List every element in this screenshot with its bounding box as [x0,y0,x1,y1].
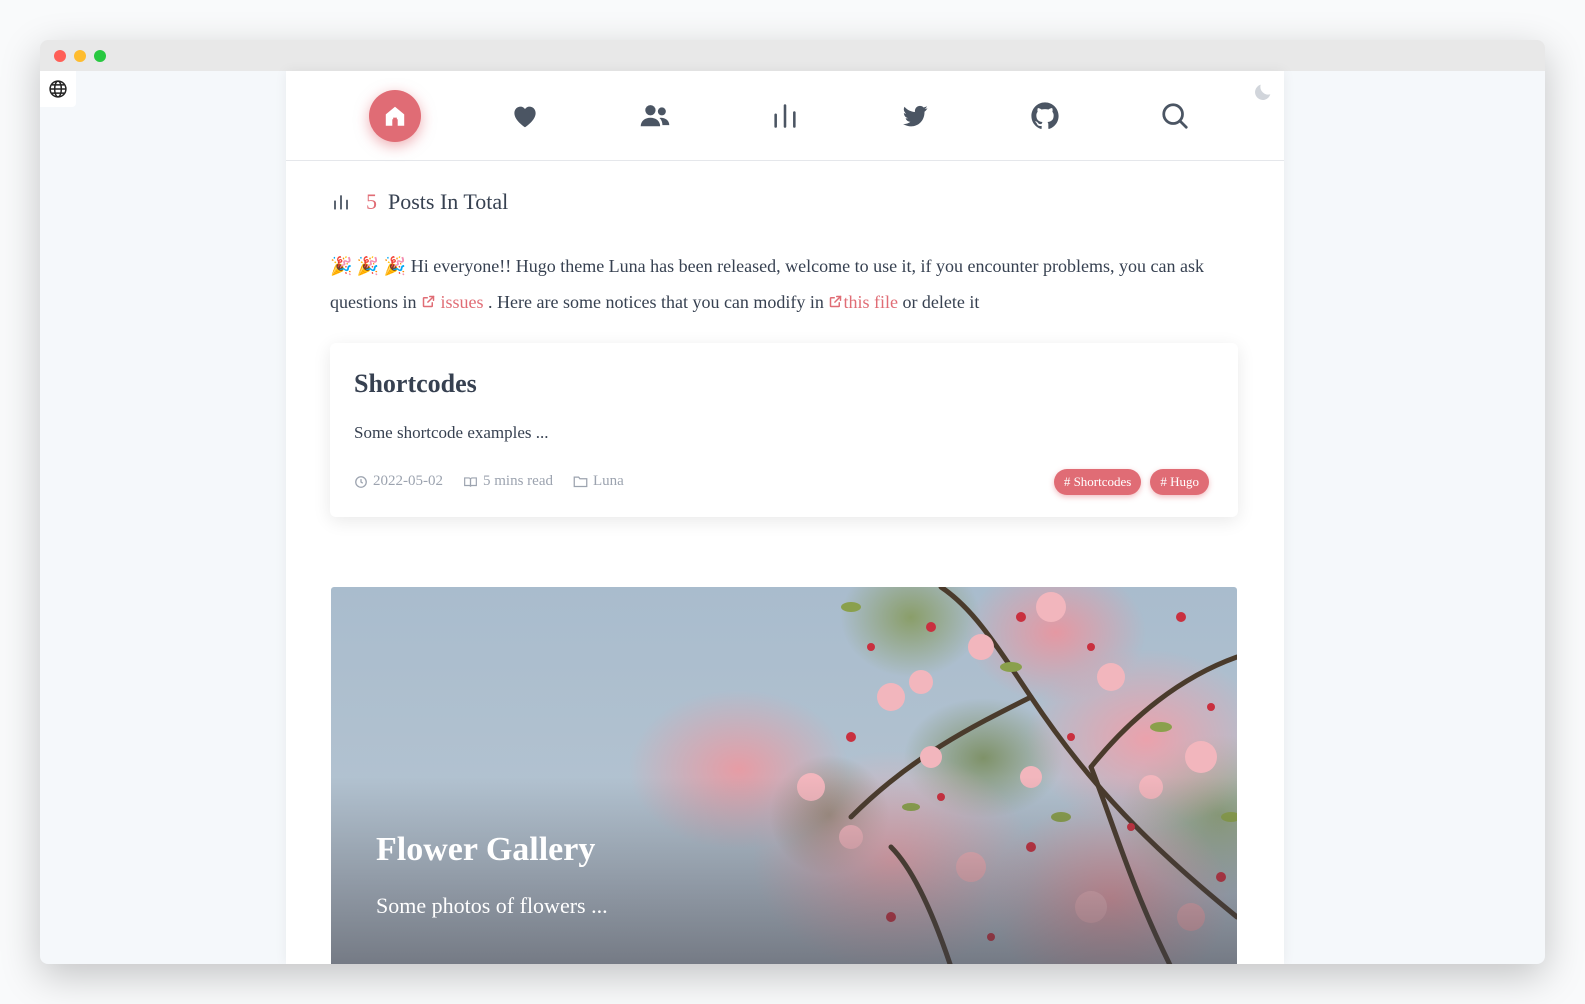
browser-window: 5 Posts In Total 🎉 🎉 🎉 Hi everyone!! Hug… [40,40,1545,964]
post-category-text: Luna [592,473,624,489]
users-icon [640,105,670,127]
maximize-window-dot[interactable] [94,50,106,62]
post-date: 2022-05-02 [354,473,443,490]
twitter-icon [902,105,928,127]
book-icon [464,476,477,487]
post-title[interactable]: Flower Gallery [376,831,595,869]
search-icon [1162,103,1188,129]
posts-total: 5 Posts In Total [332,189,508,215]
post-read-time-text: 5 mins read [483,473,553,489]
post-tags: # Shortcodes # Hugo [1045,469,1209,495]
home-icon [385,106,405,126]
external-link-icon [422,295,435,308]
top-nav [286,71,1284,161]
moon-icon [1255,84,1271,100]
tag-hugo[interactable]: # Hugo [1150,469,1209,495]
post-title[interactable]: Shortcodes [354,369,477,399]
external-link-icon [830,295,842,308]
bar-chart-icon [334,195,348,210]
tag-shortcodes[interactable]: # Shortcodes [1053,469,1142,495]
post-meta: 2022-05-02 5 mins read Luna [354,473,644,490]
posts-total-label: Posts In Total [388,189,509,214]
post-read-time: 5 mins read [463,473,553,490]
window-titlebar [40,40,1545,71]
post-category[interactable]: Luna [573,473,624,490]
posts-count: 5 [366,189,377,214]
post-date-text: 2022-05-02 [373,473,443,489]
heart-icon [514,106,536,128]
post-summary: Some shortcode examples ... [354,423,549,442]
notice-banner: 🎉 🎉 🎉 Hi everyone!! Hugo theme Luna has … [330,248,1230,320]
nav-twitter[interactable] [889,90,941,142]
minimize-window-dot[interactable] [74,50,86,62]
issues-link-text: issues [440,292,484,312]
notice-emoji: 🎉 🎉 🎉 [330,256,407,276]
nav-home[interactable] [369,90,421,142]
github-icon [1031,102,1059,129]
main-container: 5 Posts In Total 🎉 🎉 🎉 Hi everyone!! Hug… [286,71,1284,964]
folder-icon [573,476,588,488]
this-file-link-text: this file [843,292,898,312]
issues-link[interactable]: issues [421,292,484,312]
post-card-shortcodes[interactable]: Shortcodes Some shortcode examples ... 2… [330,343,1238,517]
language-globe-icon[interactable] [40,71,76,107]
nav-search[interactable] [1149,90,1201,142]
nav-github[interactable] [1019,90,1071,142]
close-window-dot[interactable] [54,50,66,62]
clock-icon [355,475,367,488]
nav-about[interactable] [629,90,681,142]
notice-text-3: or delete it [902,292,980,312]
dark-mode-toggle[interactable] [1252,81,1274,108]
post-summary: Some photos of flowers ... [376,893,608,918]
nav-favorites[interactable] [499,90,551,142]
nav-archives[interactable] [759,90,811,142]
this-file-link[interactable]: this file [828,292,898,312]
bar-chart-icon [774,104,796,128]
post-card-flower-gallery[interactable]: Flower Gallery Some photos of flowers ..… [331,587,1237,964]
notice-text-2: . Here are some notices that you can mod… [488,292,824,312]
gallery-overlay [331,777,1237,964]
